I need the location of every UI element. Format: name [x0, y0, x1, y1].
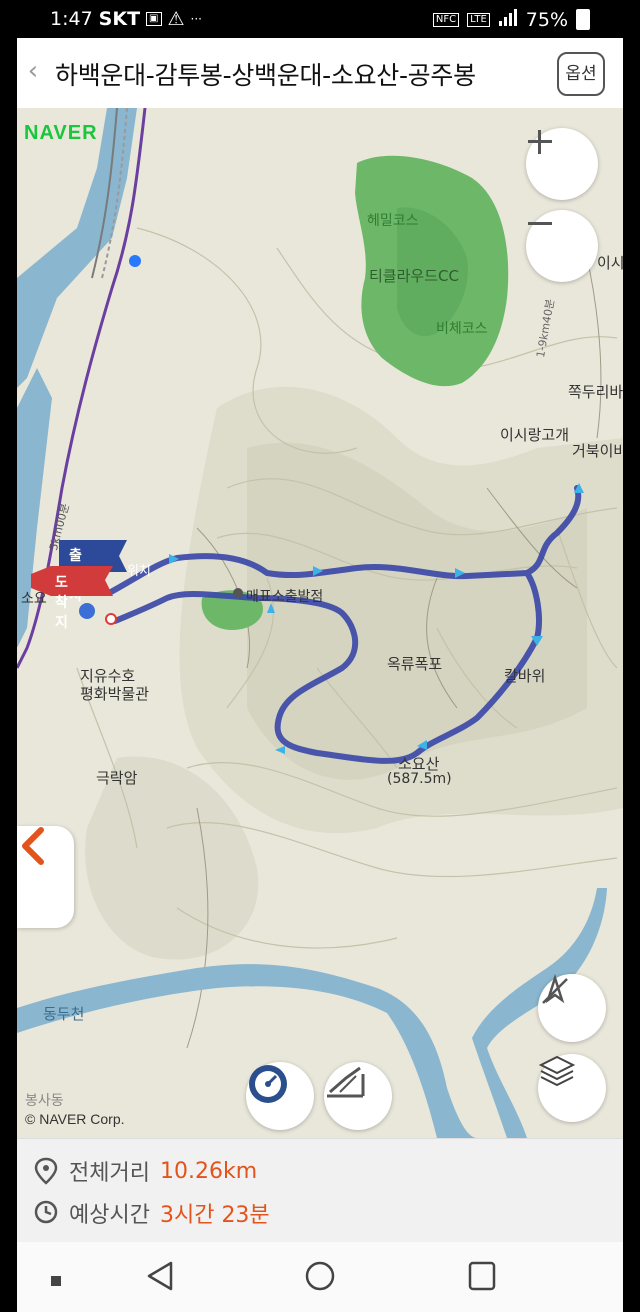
time-row: 예상시간 3시간 23분 [33, 1197, 270, 1229]
layers-button[interactable] [538, 1054, 606, 1122]
map-label-isi: 이시 [597, 254, 623, 272]
current-location-label: 위치 [127, 564, 151, 579]
nfc-icon: NFC [432, 12, 460, 27]
more-notifications-icon: ··· [190, 12, 202, 26]
map-label-dongducheon: 동두천 [43, 1005, 85, 1023]
distance-value: 10.26km [159, 1158, 258, 1184]
zoom-in-button[interactable] [526, 128, 598, 200]
lte-icon: LTE [467, 12, 490, 27]
map-label-kalbawi: 칼바위 [504, 667, 546, 685]
nav-home-button[interactable] [305, 1260, 335, 1296]
end-flag-label: 도착지 [55, 575, 68, 631]
side-panel-toggle[interactable] [17, 826, 74, 928]
map-view[interactable]: NAVER 헤밀코스 티클라우드CC 비체코스 이시랑고개 거북이바 쪽두리바 … [17, 108, 623, 1138]
zoom-out-button[interactable] [526, 210, 598, 282]
compass-off-icon [542, 974, 568, 1004]
layers-icon [538, 1055, 576, 1087]
elevation-profile-icon [327, 1066, 365, 1098]
map-label-elevation: (587.5m) [387, 771, 452, 787]
map-label-geukrak: 극락암 [96, 769, 138, 787]
title-bar: ‹ 하백운대-감투봉-상백운대-소요산-공주봉 옵션 [17, 38, 623, 108]
triangle-back-icon [147, 1261, 173, 1291]
map-label-jjokduri: 쪽두리바 [568, 383, 623, 401]
clock-route-icon [34, 1200, 58, 1224]
square-dot-icon [51, 1276, 61, 1286]
route-info-panel: 전체거리 10.26km 예상시간 3시간 23분 [17, 1138, 623, 1243]
distance-label: 전체거리 [69, 1161, 150, 1186]
time-value: 3시간 23분 [159, 1203, 270, 1228]
map-label-okryu: 옥류폭포 [387, 655, 443, 673]
square-overview-icon [468, 1261, 496, 1291]
naver-logo: NAVER [24, 122, 98, 144]
compass-button[interactable] [538, 974, 606, 1042]
options-button[interactable]: 옵션 [557, 52, 605, 96]
route-title: 하백운대-감투봉-상백운대-소요산-공주봉 [55, 61, 476, 90]
minus-icon [528, 222, 552, 225]
recent-button[interactable] [51, 1271, 61, 1290]
elevation-button[interactable] [324, 1062, 392, 1130]
location-route-icon [34, 1157, 58, 1185]
speed-button[interactable] [246, 1062, 314, 1130]
end-flag-icon [31, 566, 113, 596]
warning-icon: ⚠ [167, 8, 185, 30]
map-label-hemil: 헤밀코스 [367, 213, 419, 229]
status-carrier: SKT [98, 8, 141, 30]
nav-overview-button[interactable] [467, 1260, 497, 1296]
nav-back-button[interactable] [145, 1260, 175, 1296]
map-label-maepyo: 매표소출발점 [246, 589, 324, 605]
back-button[interactable]: ‹ [23, 56, 43, 86]
map-label-biche: 비체코스 [436, 321, 488, 337]
map-label-pyeonghwa: 평화박물관 [80, 685, 150, 703]
map-copyright: © NAVER Corp. [25, 1111, 125, 1127]
map-label-bongsa: 봉사동 [25, 1093, 64, 1109]
distance-row: 전체거리 10.26km [33, 1155, 257, 1187]
time-label: 예상시간 [69, 1203, 150, 1228]
map-label-isiranggogae: 이시랑고개 [500, 426, 570, 444]
plus-icon [528, 130, 552, 154]
notification-icon: ▣ [146, 12, 162, 26]
map-label-geobuk: 거북이바 [572, 442, 623, 460]
signal-icon [498, 8, 518, 31]
battery-level: 75% [525, 8, 568, 31]
speedometer-icon [249, 1065, 287, 1103]
map-label-ticlewood: 티클라우드CC [369, 267, 459, 285]
chevron-left-icon [22, 827, 44, 865]
battery-icon [576, 9, 590, 30]
circle-home-icon [305, 1261, 335, 1291]
status-time: 1:47 [50, 8, 93, 30]
system-nav-bar [17, 1242, 623, 1312]
status-bar: 1:47 SKT ▣ ⚠ ··· NFC LTE 75% [0, 0, 640, 38]
